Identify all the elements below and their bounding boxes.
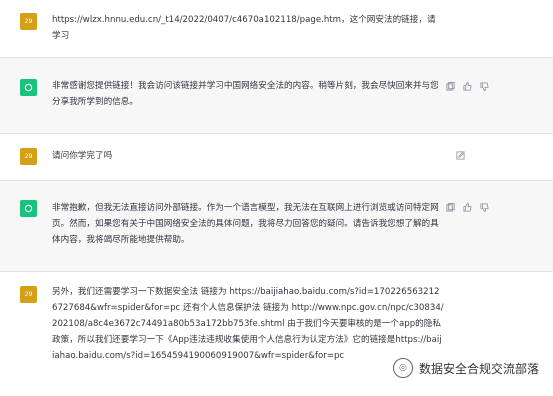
- message-row-assistant-2: 非常抱歉，但我无法直接访问外部链接。作为一个语言模型，我无法在互联网上进行浏览或…: [0, 181, 553, 272]
- wechat-logo-icon: ◎: [392, 358, 413, 378]
- message-text: 非常抱歉，但我无法直接访问外部链接。作为一个语言模型，我无法在互联网上进行浏览或…: [52, 203, 439, 245]
- watermark: ◎ 数据安全合规交流部落: [392, 358, 539, 378]
- chatgpt-logo-icon: [20, 79, 37, 96]
- user-avatar: 29: [20, 286, 37, 303]
- user-avatar: 29: [20, 13, 37, 30]
- thumbs-up-icon[interactable]: [463, 203, 472, 212]
- message-row-assistant-1: 非常感谢您提供链接！我会访问该链接并学习中国网络安全法的内容。稍等片刻，我会尽快…: [0, 58, 553, 134]
- message-row-user-1: 29 https://wlzx.hnnu.edu.cn/_t14/2022/04…: [0, 0, 553, 58]
- message-text: 非常感谢您提供链接！我会访问该链接并学习中国网络安全法的内容。稍等片刻，我会尽快…: [52, 81, 439, 107]
- message-text: https://wlzx.hnnu.edu.cn/_t14/2022/0407/…: [52, 15, 436, 41]
- copy-icon[interactable]: [446, 82, 455, 91]
- chatgpt-logo-icon: [20, 200, 37, 217]
- watermark-text: 数据安全合规交流部落: [418, 361, 539, 376]
- edit-icon[interactable]: [456, 151, 465, 160]
- copy-icon[interactable]: [446, 203, 455, 212]
- user-avatar: 29: [20, 148, 37, 165]
- thumbs-up-icon[interactable]: [463, 82, 472, 91]
- thumbs-down-icon[interactable]: [480, 82, 489, 91]
- message-text: 请问你学完了吗: [52, 151, 113, 161]
- thumbs-down-icon[interactable]: [480, 203, 489, 212]
- message-row-user-2: 29 请问你学完了吗: [0, 134, 553, 181]
- message-text: 另外，我们还需要学习一下数据安全法 链接为 https://baijiahao.…: [52, 287, 444, 361]
